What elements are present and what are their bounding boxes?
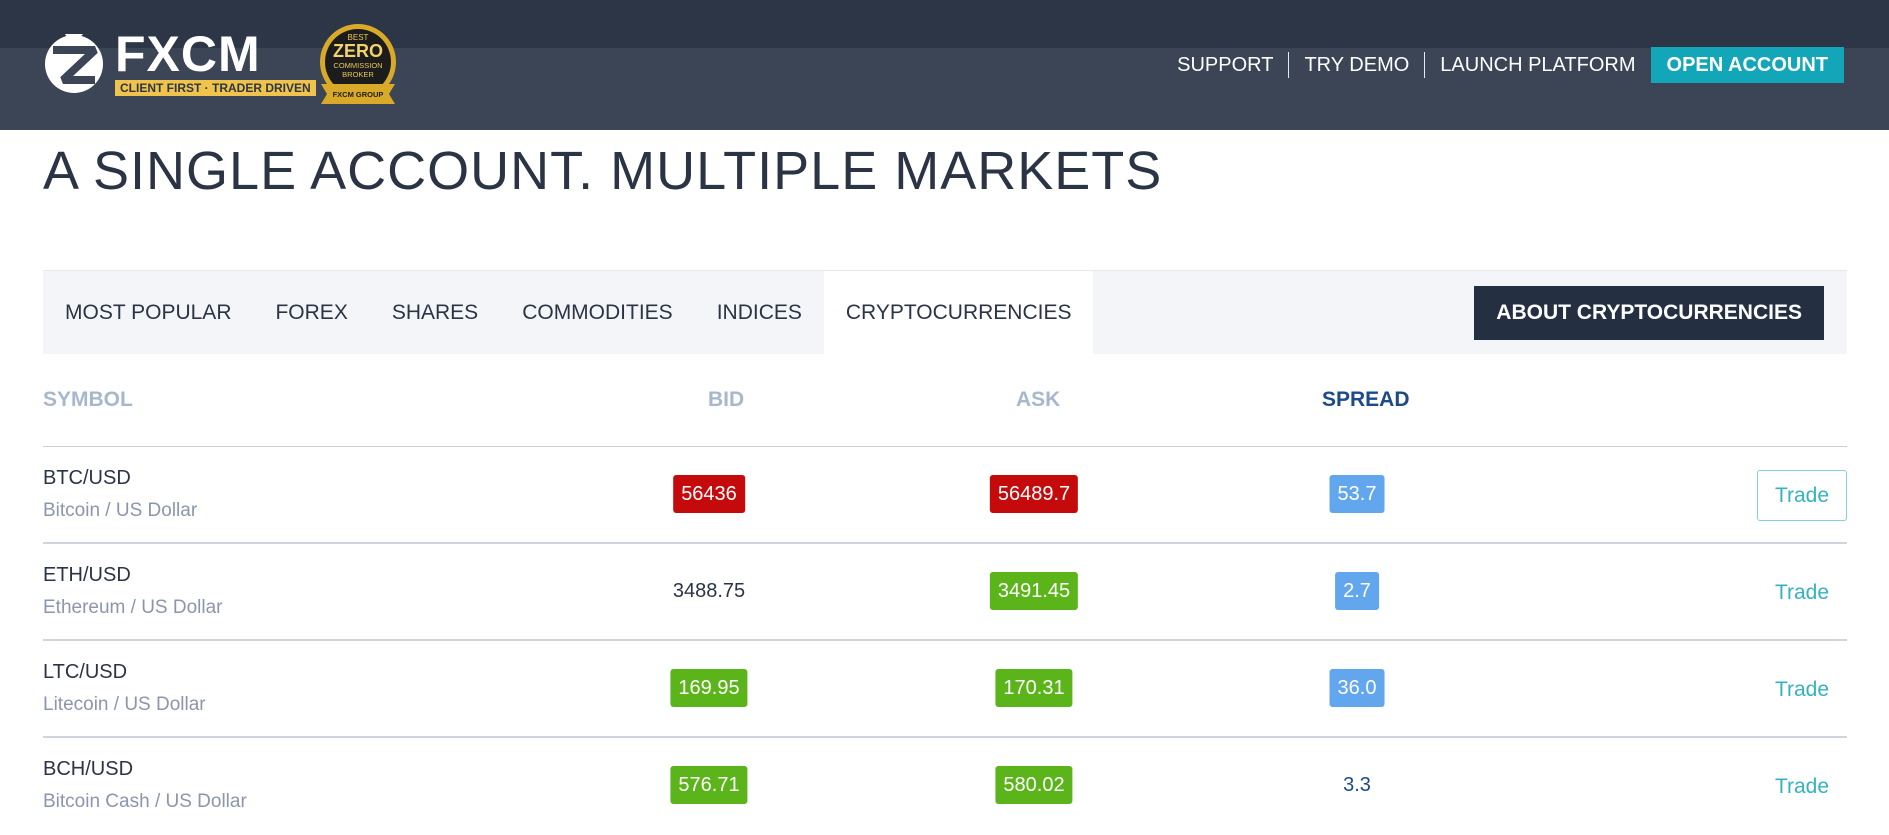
top-navigation: SUPPORT TRY DEMO LAUNCH PLATFORM OPEN AC… (1162, 47, 1844, 83)
tab-forex[interactable]: FOREX (253, 271, 369, 355)
spread-value: 36.0 (1329, 669, 1385, 707)
column-header-spread[interactable]: SPREAD (1322, 388, 1410, 412)
fxcm-logo[interactable]: FXCM CLIENT FIRST · TRADER DRIVEN (43, 28, 316, 96)
page-title: A SINGLE ACCOUNT. MULTIPLE MARKETS (43, 141, 1163, 201)
symbol-code: BTC/USD (43, 467, 131, 489)
table-row: BCH/USD Bitcoin Cash / US Dollar 576.71 … (43, 738, 1847, 835)
symbol-name: Litecoin / US Dollar (43, 694, 206, 715)
badge-zero: ZERO (333, 41, 383, 61)
bid-price: 576.71 (670, 766, 748, 804)
spread-value: 53.7 (1329, 475, 1385, 513)
ask-price: 3491.45 (989, 572, 1079, 610)
table-header: SYMBOL BID ASK SPREAD (43, 354, 1847, 447)
tab-most-popular[interactable]: MOST POPULAR (43, 271, 253, 355)
table-row: LTC/USD Litecoin / US Dollar 169.95 170.… (43, 641, 1847, 738)
trade-button[interactable]: Trade (1757, 470, 1847, 521)
fxcm-logo-mark-icon (45, 34, 103, 93)
about-cryptocurrencies-button[interactable]: ABOUT CRYPTOCURRENCIES (1474, 286, 1824, 340)
zero-commission-award-badge: BEST ZERO COMMISSION BROKER FXCM GROUP (320, 24, 396, 104)
badge-broker: BROKER (342, 70, 374, 79)
logo-wordmark: FXCM (115, 26, 261, 82)
spread-value: 3.3 (1343, 774, 1371, 796)
table-row: BTC/USD Bitcoin / US Dollar 56436 56489.… (43, 447, 1847, 544)
support-link[interactable]: SUPPORT (1162, 52, 1288, 78)
tab-cryptocurrencies[interactable]: CRYPTOCURRENCIES (823, 270, 1094, 355)
tab-indices[interactable]: INDICES (695, 271, 824, 355)
column-header-ask[interactable]: ASK (1016, 388, 1060, 412)
trade-button[interactable]: Trade (1757, 664, 1847, 715)
tab-shares[interactable]: SHARES (370, 271, 500, 355)
trade-button[interactable]: Trade (1757, 567, 1847, 618)
spread-value: 2.7 (1335, 572, 1379, 610)
trade-button[interactable]: Trade (1757, 761, 1847, 812)
bid-price: 56436 (673, 475, 745, 513)
ask-price: 580.02 (995, 766, 1073, 804)
symbol-name: Ethereum / US Dollar (43, 597, 223, 618)
column-header-symbol[interactable]: SYMBOL (43, 388, 133, 412)
column-header-bid[interactable]: BID (708, 388, 744, 412)
symbol-name: Bitcoin / US Dollar (43, 500, 198, 521)
ask-price: 56489.7 (989, 475, 1079, 513)
prices-table: SYMBOL BID ASK SPREAD BTC/USD Bitcoin / … (43, 354, 1847, 835)
bid-price: 3488.75 (672, 580, 746, 602)
bid-price: 169.95 (670, 669, 748, 707)
symbol-code: LTC/USD (43, 661, 128, 683)
logo-tagline: CLIENT FIRST · TRADER DRIVEN (115, 80, 316, 96)
try-demo-link[interactable]: TRY DEMO (1289, 52, 1424, 78)
site-header: FXCM CLIENT FIRST · TRADER DRIVEN BEST Z… (0, 0, 1889, 130)
open-account-button[interactable]: OPEN ACCOUNT (1650, 47, 1844, 83)
ask-price: 170.31 (995, 669, 1073, 707)
badge-commission: COMMISSION (333, 61, 382, 70)
tab-commodities[interactable]: COMMODITIES (500, 271, 695, 355)
badge-ribbon: FXCM GROUP (333, 90, 384, 99)
table-row: ETH/USD Ethereum / US Dollar 3488.75 349… (43, 544, 1847, 641)
market-tabs: MOST POPULAR FOREX SHARES COMMODITIES IN… (43, 270, 1847, 355)
symbol-code: BCH/USD (43, 758, 134, 780)
symbol-name: Bitcoin Cash / US Dollar (43, 791, 247, 812)
launch-platform-link[interactable]: LAUNCH PLATFORM (1425, 52, 1650, 78)
symbol-code: ETH/USD (43, 564, 131, 586)
